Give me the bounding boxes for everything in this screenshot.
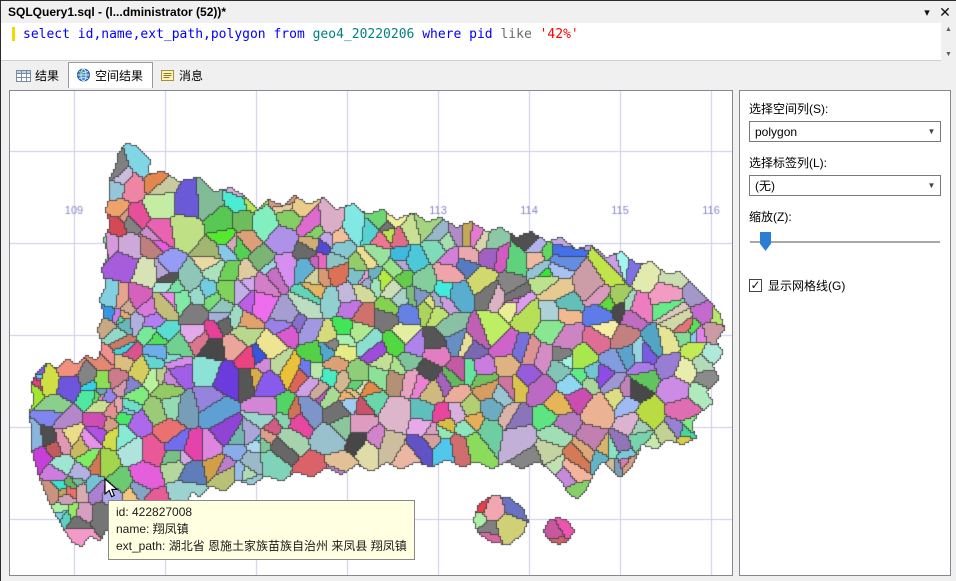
zoom-label: 缩放(Z): (749, 210, 792, 224)
spatial-column-label: 选择空间列(S): (749, 102, 829, 116)
show-grid-checkbox[interactable]: ✓ (749, 279, 762, 292)
tab-spatial-results-label: 空间结果 (95, 68, 144, 83)
sql-code[interactable]: select id,name,ext_path,polygon from geo… (23, 27, 579, 42)
spatial-column-select[interactable]: polygon ▼ (749, 121, 941, 142)
tab-spatial-results[interactable]: 空间结果 (68, 62, 154, 88)
spatial-column-value: polygon (755, 124, 798, 139)
zoom-slider-thumb[interactable] (760, 232, 771, 251)
label-column-label: 选择标签列(L): (749, 156, 828, 170)
results-tabstrip: 结果 空间结果 消息 (1, 61, 956, 88)
results-grid-icon (16, 69, 31, 83)
scroll-down-icon[interactable]: ▼ (941, 48, 956, 61)
show-grid-label: 显示网格线(G) (768, 279, 846, 293)
editor-scrollbar[interactable]: ▲ ▼ (941, 23, 956, 61)
document-list-dropdown-icon[interactable]: ▾ (918, 3, 936, 21)
close-icon[interactable]: ✕ (936, 3, 954, 21)
tooltip-id: id: 422827008 (116, 505, 193, 519)
sql-editor[interactable]: select id,name,ext_path,polygon from geo… (1, 23, 956, 61)
tab-messages[interactable]: 消息 (153, 64, 213, 88)
feature-tooltip: id: 422827008 name: 翔凤镇 ext_path: 湖北省 恩施… (108, 500, 415, 560)
label-column-value: (无) (755, 179, 775, 193)
tab-messages-label: 消息 (179, 69, 204, 83)
ssms-window: SQLQuery1.sql - (l...dministrator (52))*… (0, 0, 956, 581)
chevron-down-icon[interactable]: ▼ (923, 181, 940, 190)
tab-results-label: 结果 (35, 69, 60, 83)
scroll-up-icon[interactable]: ▲ (941, 23, 956, 36)
modified-line-indicator (12, 27, 15, 41)
document-titlebar: SQLQuery1.sql - (l...dministrator (52))*… (1, 1, 956, 23)
label-column-select[interactable]: (无) ▼ (749, 175, 941, 196)
zoom-slider[interactable] (749, 231, 941, 253)
show-grid-row: ✓ 显示网格线(G) (749, 277, 941, 294)
chevron-down-icon[interactable]: ▼ (923, 127, 940, 136)
tab-results[interactable]: 结果 (9, 64, 69, 88)
tooltip-name: name: 翔凤镇 (116, 522, 189, 536)
globe-icon (76, 68, 91, 82)
messages-icon (160, 69, 175, 83)
zoom-slider-track[interactable] (750, 241, 940, 243)
spatial-options-panel: 选择空间列(S): polygon ▼ 选择标签列(L): (无) ▼ 缩放(Z… (739, 90, 951, 576)
document-title: SQLQuery1.sql - (l...dministrator (52))* (8, 5, 227, 19)
tooltip-ext-path: ext_path: 湖北省 恩施土家族苗族自治州 来凤县 翔凤镇 (116, 539, 407, 553)
